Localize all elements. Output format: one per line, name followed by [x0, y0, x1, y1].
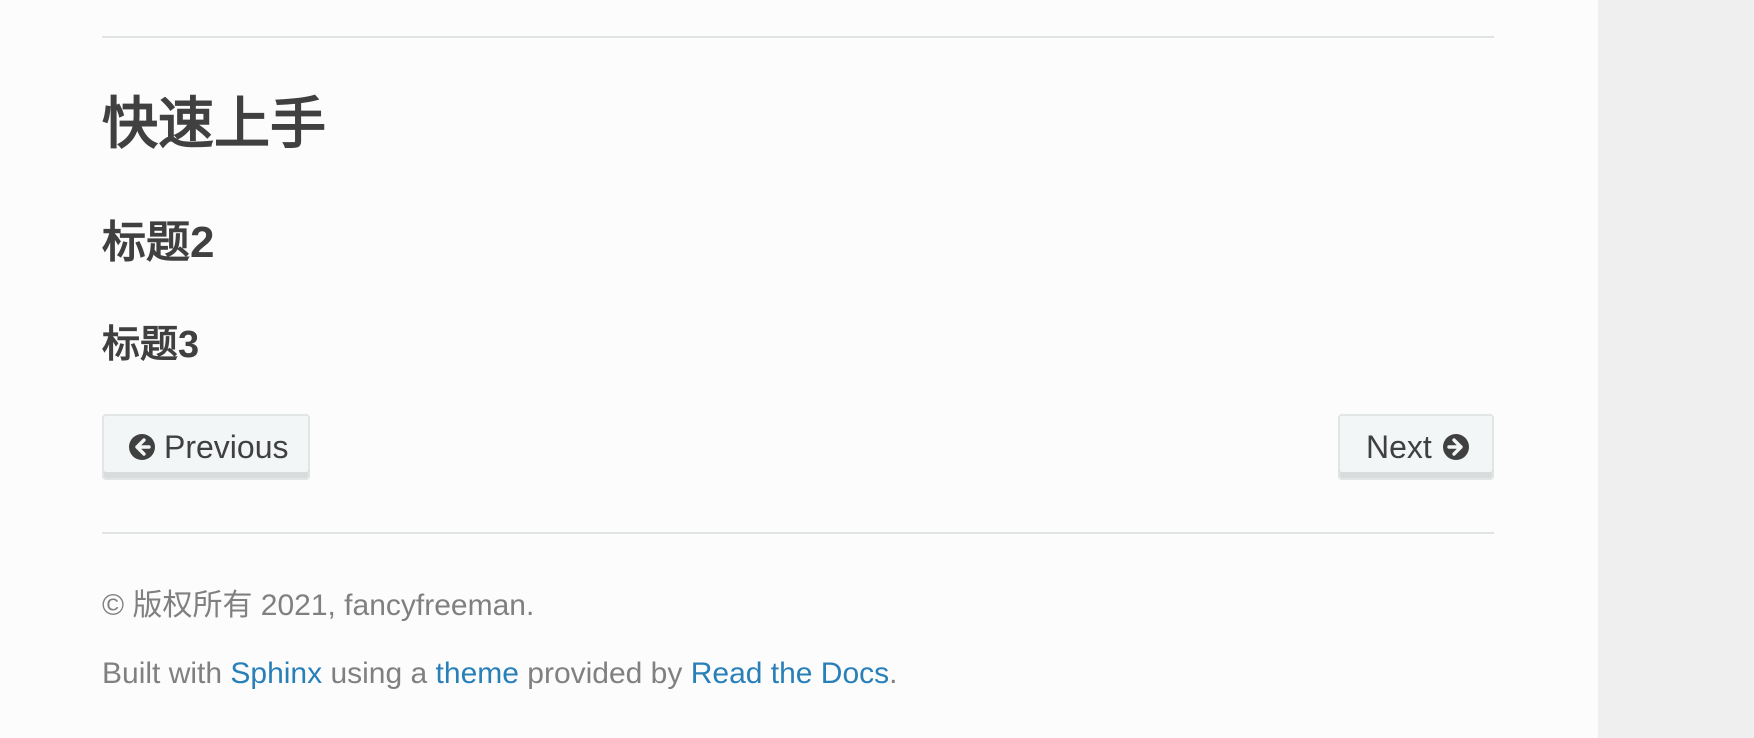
- arrow-circle-left-icon: [129, 434, 155, 460]
- section-heading-3: 标题3: [102, 324, 200, 366]
- built-with-end: .: [889, 657, 898, 690]
- built-with-middle: using a: [322, 657, 436, 690]
- built-with-line: Built with Sphinx using a theme provided…: [102, 654, 898, 694]
- section-heading-2: 标题2: [102, 218, 215, 267]
- page-title: 快速上手: [102, 92, 326, 155]
- previous-button[interactable]: Previous: [102, 414, 310, 480]
- page: 快速上手 标题2 标题3 Previous Next © 版权所有 2021, …: [0, 0, 1754, 738]
- copyright-text: © 版权所有 2021, fancyfreeman.: [102, 589, 535, 622]
- previous-button-label: Previous: [164, 428, 289, 465]
- sphinx-link[interactable]: Sphinx: [230, 657, 322, 690]
- next-button[interactable]: Next: [1338, 414, 1494, 480]
- read-the-docs-link[interactable]: Read the Docs: [691, 657, 889, 690]
- arrow-circle-right-icon: [1442, 434, 1469, 460]
- theme-link[interactable]: theme: [436, 657, 519, 690]
- built-with-suffix: provided by: [518, 657, 691, 690]
- right-gutter: [1598, 0, 1754, 738]
- next-button-label: Next: [1366, 428, 1432, 465]
- built-with-prefix: Built with: [102, 657, 231, 690]
- footer-divider: [102, 532, 1494, 534]
- top-divider: [102, 36, 1494, 38]
